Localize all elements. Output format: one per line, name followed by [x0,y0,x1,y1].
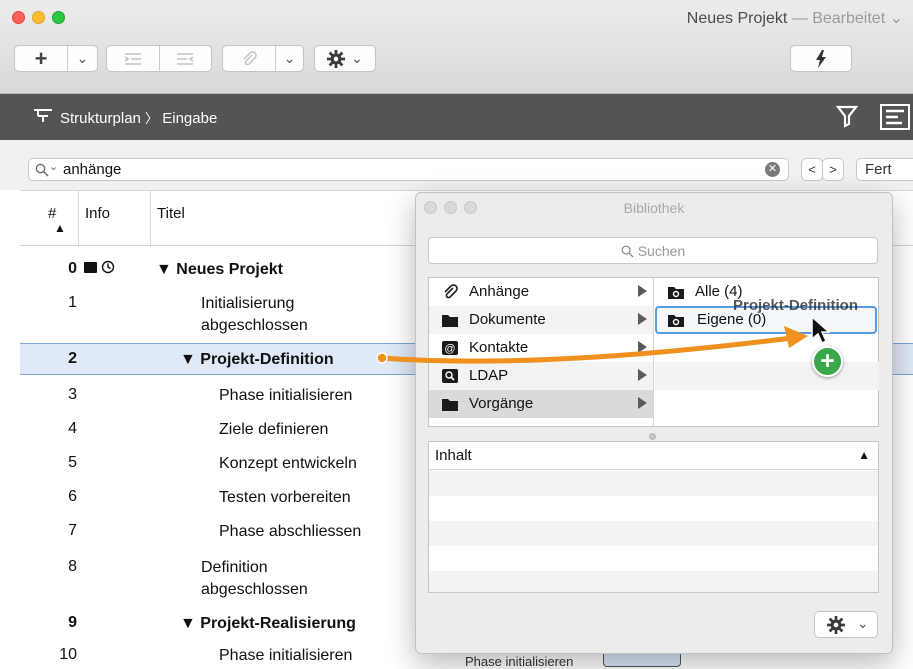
column-header-title[interactable]: Titel [150,191,450,247]
search-input[interactable]: ⌄ anhänge ✕ [28,158,789,181]
add-button-group: + ⌄ [14,45,98,72]
search-value: anhänge [63,161,122,178]
clock-icon [102,260,115,274]
category-item-ldap[interactable]: LDAP [429,362,653,390]
outdent-icon [177,52,194,65]
minimize-window-button[interactable] [32,11,45,24]
outdent-button[interactable] [158,46,212,71]
list-item [429,521,878,546]
document-status: Bearbeitet [812,10,886,27]
window-title[interactable]: Neues Projekt — Bearbeitet ⌄ [687,8,903,28]
column-header-info[interactable]: Info [78,191,150,247]
zoom-window-button[interactable] [52,11,65,24]
disclosure-arrow-icon [638,397,647,409]
add-copy-badge-icon: + [812,346,843,377]
disclosure-arrow-icon [638,369,647,381]
breadcrumb-root[interactable]: Strukturplan [60,110,141,127]
title-chevron-icon: ⌄ [889,10,903,27]
folder-icon [442,315,458,327]
smart-folder-icon [668,287,684,299]
attach-button-group: ⌄ [222,45,304,72]
search-prev-button[interactable]: < [801,158,823,181]
content-list: Inhalt ▲ [428,441,879,593]
flash-button[interactable] [790,45,852,72]
category-column: Anhänge Dokumente @ Kontakte LDAP Vorgän… [429,278,654,426]
search-icon [621,245,634,258]
library-action-button[interactable]: ⌄ [814,611,878,638]
title-separator: — [791,10,808,27]
indent-button[interactable] [107,46,159,71]
chevron-down-icon: ⌄ [283,50,296,66]
ldap-search-icon [442,369,458,383]
search-next-button[interactable]: > [822,158,844,181]
paperclip-icon [243,50,257,65]
close-window-button[interactable] [12,11,25,24]
breadcrumb: Strukturplan 〉 Eingabe [60,108,217,127]
chevron-down-icon: ⌄ [857,615,869,631]
column-header-number[interactable]: # ▲ [20,191,78,247]
row-info [84,258,115,277]
structure-plan-icon [34,109,52,122]
indent-button-group [106,45,212,72]
breadcrumb-separator: 〉 [145,111,159,126]
chevron-down-icon: ⌄ [76,50,89,66]
at-sign-icon: @ [442,341,458,355]
sort-ascending-icon: ▲ [54,221,66,235]
disclosure-arrow-icon [638,313,647,325]
disclosure-arrow-icon [638,341,647,353]
chevron-down-icon: ⌄ [351,50,363,66]
gantt-bar-label: Phase initialisieren [465,654,574,669]
drag-label: Projekt-Definition [733,297,859,314]
library-search-input[interactable]: Suchen [428,237,878,264]
cursor-icon [811,316,830,344]
gear-icon [827,616,845,634]
list-item [429,546,878,571]
document-folder-icon [84,262,97,273]
list-item [429,471,878,496]
document-name: Neues Projekt [686,10,788,27]
category-item-kontakte[interactable]: @ Kontakte [429,334,653,362]
splitter-handle[interactable] [649,433,656,440]
search-bar-area: ⌄ anhänge ✕ < > Fert [0,140,913,190]
gear-icon [327,49,346,68]
library-search-placeholder: Suchen [637,243,686,259]
clear-search-icon[interactable]: ✕ [765,162,780,177]
svg-text:@: @ [444,343,455,355]
filter-icon[interactable] [836,104,858,128]
category-item-anhaenge[interactable]: Anhänge [429,278,653,306]
indent-icon [124,52,141,65]
search-options-chevron-icon: ⌄ [49,161,59,173]
structure-nav-bar: Strukturplan 〉 Eingabe [0,94,913,140]
attach-dropdown-button[interactable]: ⌄ [275,46,303,71]
search-icon [35,163,49,177]
layout-icon[interactable] [880,104,910,130]
sort-ascending-icon: ▲ [858,448,870,462]
subfolder-empty-stripe [655,362,879,390]
lightning-icon [816,49,826,68]
add-button[interactable]: + [15,46,67,71]
attach-button[interactable] [223,46,275,71]
disclosure-arrow-icon [638,285,647,297]
category-item-dokumente[interactable]: Dokumente [429,306,653,334]
category-item-vorgaenge[interactable]: Vorgänge [429,390,653,418]
library-panel: Bibliothek Suchen Anhänge Dokumente @ Ko… [415,192,893,654]
add-dropdown-button[interactable]: ⌄ [67,46,97,71]
breadcrumb-leaf[interactable]: Eingabe [162,110,217,127]
window-titlebar: Neues Projekt — Bearbeitet ⌄ + ⌄ ⌄ ⌄ [0,0,913,94]
list-item [429,571,878,592]
content-header[interactable]: Inhalt ▲ [429,442,878,470]
smart-folder-icon [668,315,684,327]
list-item [429,496,878,521]
library-title: Bibliothek [623,200,685,216]
action-gear-button[interactable]: ⌄ [314,45,376,72]
folder-icon [442,399,458,411]
search-done-button[interactable]: Fert [856,158,913,181]
paperclip-icon [444,284,458,299]
